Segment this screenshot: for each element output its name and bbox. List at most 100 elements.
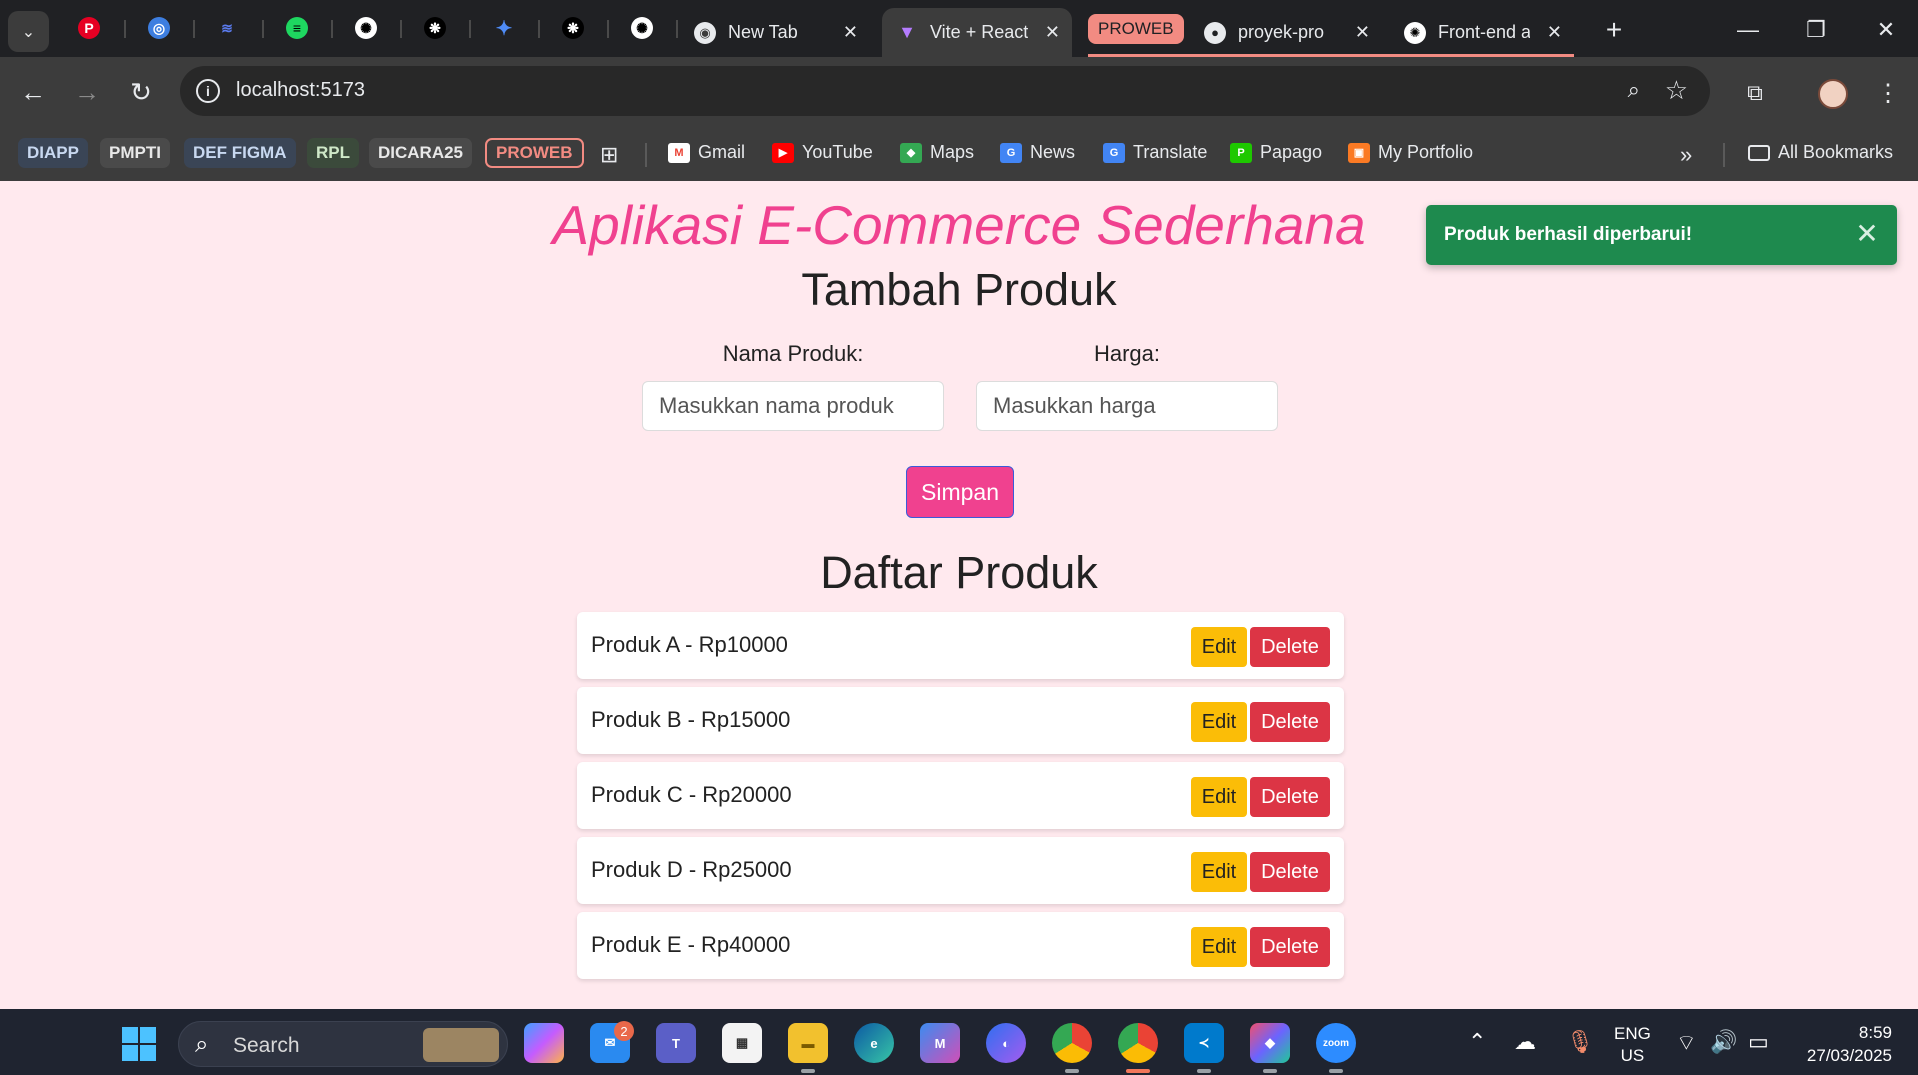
chrome-icon[interactable] (1118, 1023, 1158, 1063)
app-running-indicator (801, 1069, 815, 1073)
close-icon[interactable]: ✕ (843, 22, 858, 43)
teams-icon[interactable]: T (656, 1023, 696, 1063)
bookmark-separator (645, 143, 647, 167)
file-explorer-icon[interactable]: ▬ (788, 1023, 828, 1063)
bookmark-folder-proweb[interactable]: PROWEB (485, 138, 584, 168)
save-button[interactable]: Simpan (906, 466, 1014, 518)
tab-separator (607, 20, 609, 38)
bookmark-news[interactable]: G News (1000, 142, 1075, 163)
system-clock[interactable]: 8:59 27/03/2025 (1796, 1021, 1892, 1067)
app-running-indicator (1329, 1069, 1343, 1073)
address-bar[interactable]: i localhost:5173 ⌕ ☆ (180, 66, 1710, 116)
pinned-tab-chatgpt[interactable]: ✺ (352, 14, 380, 42)
all-bookmarks-button[interactable]: All Bookmarks (1748, 142, 1893, 163)
forward-icon[interactable]: → (68, 73, 106, 111)
menu-kebab-icon[interactable]: ⋮ (1871, 76, 1905, 110)
delete-button[interactable]: Delete (1250, 777, 1330, 817)
bookmark-folder-rpl[interactable]: RPL (307, 138, 359, 168)
close-icon[interactable]: ✕ (1045, 22, 1060, 43)
bookmark-star-icon[interactable]: ☆ (1665, 75, 1688, 106)
windows-taskbar: ⌕ Search ✉ 2 T ▦ ▬ e M ◐ ≺ ◆ zoom ⌃ ☁ 🎙 … (0, 1009, 1918, 1075)
edit-button[interactable]: Edit (1191, 627, 1247, 667)
edit-button[interactable]: Edit (1191, 777, 1247, 817)
edge-icon[interactable]: e (854, 1023, 894, 1063)
chevron-up-icon[interactable]: ⌃ (1468, 1029, 1486, 1055)
wave-icon: ≋ (221, 19, 233, 36)
pinned-tab-4[interactable]: ❋ (559, 14, 587, 42)
url-text[interactable]: localhost:5173 (236, 79, 365, 102)
language-indicator[interactable]: ENG US (1614, 1023, 1651, 1067)
store-icon[interactable]: ▦ (722, 1023, 762, 1063)
bookmark-youtube[interactable]: ▶ YouTube (772, 142, 873, 163)
apps-grid-icon[interactable]: ⊞ (600, 142, 618, 168)
bookmark-my-portfolio[interactable]: ▣ My Portfolio (1348, 142, 1473, 163)
vscode-icon[interactable]: ≺ (1184, 1023, 1224, 1063)
portfolio-icon: ▣ (1348, 142, 1370, 163)
bookmark-translate[interactable]: G Translate (1103, 142, 1207, 163)
tab-vite-react[interactable]: ▼ Vite + React ✕ (882, 8, 1072, 57)
pinned-tab-1[interactable]: ◎ (145, 14, 173, 42)
windows-start-icon[interactable] (122, 1027, 156, 1061)
bookmark-folder-pmpti[interactable]: PMPTI (100, 138, 170, 168)
tab-github[interactable]: ● proyek-pro ✕ (1190, 8, 1382, 57)
bookmark-folder-diapp[interactable]: DIAPP (18, 138, 88, 168)
pinned-tab-3[interactable]: ❋ (421, 14, 449, 42)
chrome-profile-icon[interactable] (1052, 1023, 1092, 1063)
delete-button[interactable]: Delete (1250, 927, 1330, 967)
back-icon[interactable]: ← (14, 73, 52, 111)
site-info-icon[interactable]: i (196, 79, 220, 103)
microphone-icon[interactable]: 🎙 (1566, 1029, 1594, 1055)
more-bookmarks-icon[interactable]: » (1680, 142, 1692, 168)
close-icon[interactable]: ✕ (1851, 217, 1883, 249)
bookmark-maps[interactable]: ◆ Maps (900, 142, 974, 163)
profile-avatar[interactable] (1818, 79, 1848, 109)
pinned-tab-spotify[interactable]: ≡ (283, 14, 311, 42)
zoom-icon[interactable]: ⌕ (1628, 77, 1640, 103)
pinned-tab-pinterest[interactable]: P (75, 14, 103, 42)
edit-button[interactable]: Edit (1191, 702, 1247, 742)
bookmark-gmail[interactable]: M Gmail (668, 142, 745, 163)
tab-label: Vite + React (930, 22, 1029, 42)
delete-button[interactable]: Delete (1250, 852, 1330, 892)
edit-button[interactable]: Edit (1191, 852, 1247, 892)
vite-icon: ▼ (898, 22, 916, 42)
m365-icon[interactable]: M (920, 1023, 960, 1063)
close-icon[interactable]: ✕ (1355, 22, 1370, 43)
taskbar-search[interactable]: ⌕ Search (178, 1021, 508, 1067)
edit-button[interactable]: Edit (1191, 927, 1247, 967)
copilot-icon[interactable] (524, 1023, 564, 1063)
minimize-icon[interactable]: — (1730, 12, 1766, 48)
reload-icon[interactable]: ↻ (122, 73, 160, 111)
youtube-icon: ▶ (772, 142, 794, 163)
pinned-tab-2[interactable]: ≋ (213, 14, 241, 42)
onedrive-icon[interactable]: ☁ (1514, 1029, 1536, 1055)
new-tab-button[interactable]: + (1596, 12, 1632, 48)
wifi-icon[interactable]: ⌔ (1676, 1029, 1697, 1057)
window-close-icon[interactable]: ✕ (1868, 12, 1904, 48)
firefox-icon[interactable]: ◐ (986, 1023, 1026, 1063)
tab-chatgpt[interactable]: ✺ Front-end a ✕ (1390, 8, 1574, 57)
price-input[interactable] (976, 381, 1278, 431)
tab-group-label[interactable]: PROWEB (1088, 14, 1184, 44)
zoom-app-icon[interactable]: zoom (1316, 1023, 1356, 1063)
bookmark-papago[interactable]: P Papago (1230, 142, 1322, 163)
extensions-icon[interactable]: ⧉ (1738, 76, 1772, 110)
tab-separator (262, 20, 264, 38)
chevron-down-icon: ⌄ (21, 23, 36, 41)
bookmark-folder-def-figma[interactable]: DEF FIGMA (184, 138, 296, 168)
battery-icon[interactable]: ▭ (1748, 1029, 1769, 1055)
news-icon: G (1000, 142, 1022, 163)
bookmark-folder-dicara25[interactable]: DICARA25 (369, 138, 473, 168)
restore-icon[interactable]: ❐ (1798, 12, 1834, 48)
volume-icon[interactable]: 🔊 (1710, 1029, 1737, 1055)
tab-search-button[interactable]: ⌄ (8, 11, 49, 52)
tab-new-tab[interactable]: ◉ New Tab ✕ (680, 8, 870, 57)
git-tool-icon[interactable]: ◆ (1250, 1023, 1290, 1063)
delete-button[interactable]: Delete (1250, 627, 1330, 667)
product-name-input[interactable] (642, 381, 944, 431)
delete-button[interactable]: Delete (1250, 702, 1330, 742)
close-icon[interactable]: ✕ (1547, 22, 1562, 43)
pinned-tab-chatgpt-2[interactable]: ✺ (628, 14, 656, 42)
pinned-tab-gemini[interactable]: ✦ (490, 14, 518, 42)
bookmark-label: YouTube (802, 142, 873, 162)
